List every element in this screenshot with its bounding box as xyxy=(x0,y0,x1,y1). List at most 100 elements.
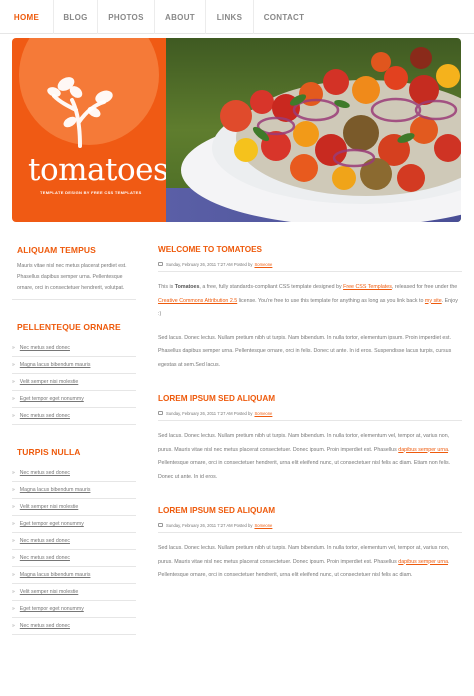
sidebar-link-list: » Nec metus sed donec » Magna lacus bibend… xyxy=(12,340,136,425)
post-paragraph: Sed lacus. Donec lectus. Nullam pretium … xyxy=(158,334,452,368)
post-meta: Sunday, February 26, 2011 7:27 AM Posted… xyxy=(158,521,462,529)
list-item: » Nec metus sed donec xyxy=(12,465,136,482)
sidebar-link[interactable]: Nec metus sed donec xyxy=(20,340,70,357)
sidebar-link[interactable]: Nec metus sed donec xyxy=(20,550,70,567)
post-date: Sunday, February 26, 2011 7:27 AM Posted… xyxy=(166,410,253,416)
post-title[interactable]: LOREM IPSUM SED ALIQUAM xyxy=(158,394,462,403)
sidebar-link[interactable]: Velit semper nisi molestie xyxy=(20,499,79,516)
sidebar-link[interactable]: Nec metus sed donec xyxy=(20,533,70,550)
sidebar-link[interactable]: Velit semper nisi molestie xyxy=(20,374,79,391)
sidebar-link[interactable]: Eget tempor eget nonummy xyxy=(20,601,84,618)
text: This is xyxy=(158,284,175,290)
list-item: » Magna lacus bibendum mauris xyxy=(12,482,136,499)
author-link[interactable]: Someone xyxy=(254,262,272,267)
nav-links[interactable]: LINKS xyxy=(206,0,254,34)
post-paragraph: This is Tomatoes, a free, fully standard… xyxy=(158,281,462,322)
divider xyxy=(158,532,462,533)
tomato-salad-image xyxy=(166,38,461,222)
post-paragraph: Sed lacus. Donec lectus. Nullam pretium … xyxy=(158,542,462,583)
main-content: WELCOME TO TOMATOES Sunday, February 26,… xyxy=(158,245,462,583)
bullet-icon: » xyxy=(12,395,15,402)
sidebar: ALIQUAM TEMPUS Mauris vitae nisl nec met… xyxy=(12,245,136,635)
post-lorem-1: LOREM IPSUM SED ALIQUAM Sunday, February… xyxy=(158,394,462,484)
author-link[interactable]: Someone xyxy=(254,411,272,416)
post-paragraph: Sed lacus. Donec lectus. Nullam pretium … xyxy=(158,430,462,484)
list-item: » Nec metus sed donec xyxy=(12,550,136,567)
sidebar-link[interactable]: Nec metus sed donec xyxy=(20,408,70,425)
hero-photo xyxy=(166,38,461,222)
hero-title: tomatoes xyxy=(28,152,166,188)
license-link[interactable]: Creative Commons Attribution 2.5 xyxy=(158,298,237,304)
list-item: » Magna lacus bibendum mauris xyxy=(12,357,136,374)
text: license. You're free to use this templat… xyxy=(237,297,425,304)
dapibus-link[interactable]: dapibus semper urna xyxy=(398,559,448,565)
sidebar-text: Mauris vitae nisl nec metus placerat per… xyxy=(17,263,127,291)
bullet-icon: » xyxy=(12,622,15,629)
list-item: » Velit semper nisi molestie xyxy=(12,374,136,391)
nav-home[interactable]: HOME xyxy=(0,0,54,34)
free-css-link[interactable]: Free CSS Templates xyxy=(343,284,392,290)
post-meta: Sunday, February 26, 2011 7:27 AM Posted… xyxy=(158,409,462,417)
my-site-link[interactable]: my site xyxy=(425,298,442,304)
post-date: Sunday, February 26, 2011 7:27 AM Posted… xyxy=(166,522,253,528)
bullet-icon: » xyxy=(12,554,15,561)
text-strong: Tomatoes xyxy=(174,284,200,290)
post-title[interactable]: WELCOME TO TOMATOES xyxy=(158,245,462,254)
bullet-icon: » xyxy=(12,361,15,368)
main-nav: HOME BLOG PHOTOS ABOUT LINKS CONTACT xyxy=(0,0,474,34)
sidebar-link[interactable]: Magna lacus bibendum mauris xyxy=(20,357,91,374)
text: , a free, fully standards-compliant CSS … xyxy=(199,284,344,290)
sidebar-title: TURPIS NULLA xyxy=(17,447,81,457)
hero-banner: tomatoes TEMPLATE DESIGN BY FREE CSS TEM… xyxy=(12,38,461,222)
sidebar-title: ALIQUAM TEMPUS xyxy=(17,245,96,255)
bullet-icon: » xyxy=(12,588,15,595)
bullet-icon: » xyxy=(12,378,15,385)
bullet-icon: » xyxy=(12,537,15,544)
list-item: » Eget tempor eget nonummy xyxy=(12,601,136,618)
sidebar-link[interactable]: Eget tempor eget nonummy xyxy=(20,516,84,533)
author-link[interactable]: Someone xyxy=(254,523,272,528)
dapibus-link[interactable]: dapibus semper urna xyxy=(398,447,448,453)
divider xyxy=(158,271,462,272)
bullet-icon: » xyxy=(12,503,15,510)
nav-blog[interactable]: BLOG xyxy=(54,0,98,34)
nav-contact[interactable]: CONTACT xyxy=(254,0,314,34)
nav-photos[interactable]: PHOTOS xyxy=(98,0,155,34)
post-meta: Sunday, February 26, 2011 7:27 AM Posted… xyxy=(158,260,462,268)
list-item: » Magna lacus bibendum mauris xyxy=(12,567,136,584)
sidebar-link[interactable]: Eget tempor eget nonummy xyxy=(20,391,84,408)
comment-icon xyxy=(158,411,163,415)
hero-subtitle: TEMPLATE DESIGN BY FREE CSS TEMPLATES xyxy=(40,190,142,195)
bullet-icon: » xyxy=(12,344,15,351)
divider xyxy=(12,299,136,300)
sidebar-link[interactable]: Velit semper nisi molestie xyxy=(20,584,79,601)
post-date: Sunday, February 26, 2011 7:27 AM Posted… xyxy=(166,261,253,267)
sprig-icon xyxy=(47,77,113,148)
bullet-icon: » xyxy=(12,486,15,493)
post-lorem-2: LOREM IPSUM SED ALIQUAM Sunday, February… xyxy=(158,506,462,583)
sidebar-title: PELLENTEQUE ORNARE xyxy=(17,322,121,332)
sidebar-link[interactable]: Nec metus sed donec xyxy=(20,618,70,635)
sidebar-section-aliquam: ALIQUAM TEMPUS Mauris vitae nisl nec met… xyxy=(12,245,136,300)
bullet-icon: » xyxy=(12,520,15,527)
sidebar-link[interactable]: Nec metus sed donec xyxy=(20,465,70,482)
sidebar-section-turpis: TURPIS NULLA » Nec metus sed donec » Magna… xyxy=(12,447,136,635)
post-title[interactable]: LOREM IPSUM SED ALIQUAM xyxy=(158,506,462,515)
divider xyxy=(158,420,462,421)
list-item: » Eget tempor eget nonummy xyxy=(12,391,136,408)
list-item: » Nec metus sed donec xyxy=(12,533,136,550)
sidebar-section-pellenteque: PELLENTEQUE ORNARE » Nec metus sed donec … xyxy=(12,322,136,425)
hero-brand-panel: tomatoes TEMPLATE DESIGN BY FREE CSS TEM… xyxy=(12,38,166,222)
sidebar-link[interactable]: Magna lacus bibendum mauris xyxy=(20,482,91,499)
post-welcome: WELCOME TO TOMATOES Sunday, February 26,… xyxy=(158,245,462,372)
list-item: » Nec metus sed donec xyxy=(12,340,136,357)
comment-icon xyxy=(158,262,163,266)
bullet-icon: » xyxy=(12,605,15,612)
comment-icon xyxy=(158,523,163,527)
sidebar-link[interactable]: Magna lacus bibendum mauris xyxy=(20,567,91,584)
bullet-icon: » xyxy=(12,469,15,476)
sidebar-link-list: » Nec metus sed donec » Magna lacus bibend… xyxy=(12,465,136,635)
list-item: » Velit semper nisi molestie xyxy=(12,584,136,601)
list-item: » Eget tempor eget nonummy xyxy=(12,516,136,533)
nav-about[interactable]: ABOUT xyxy=(155,0,206,34)
